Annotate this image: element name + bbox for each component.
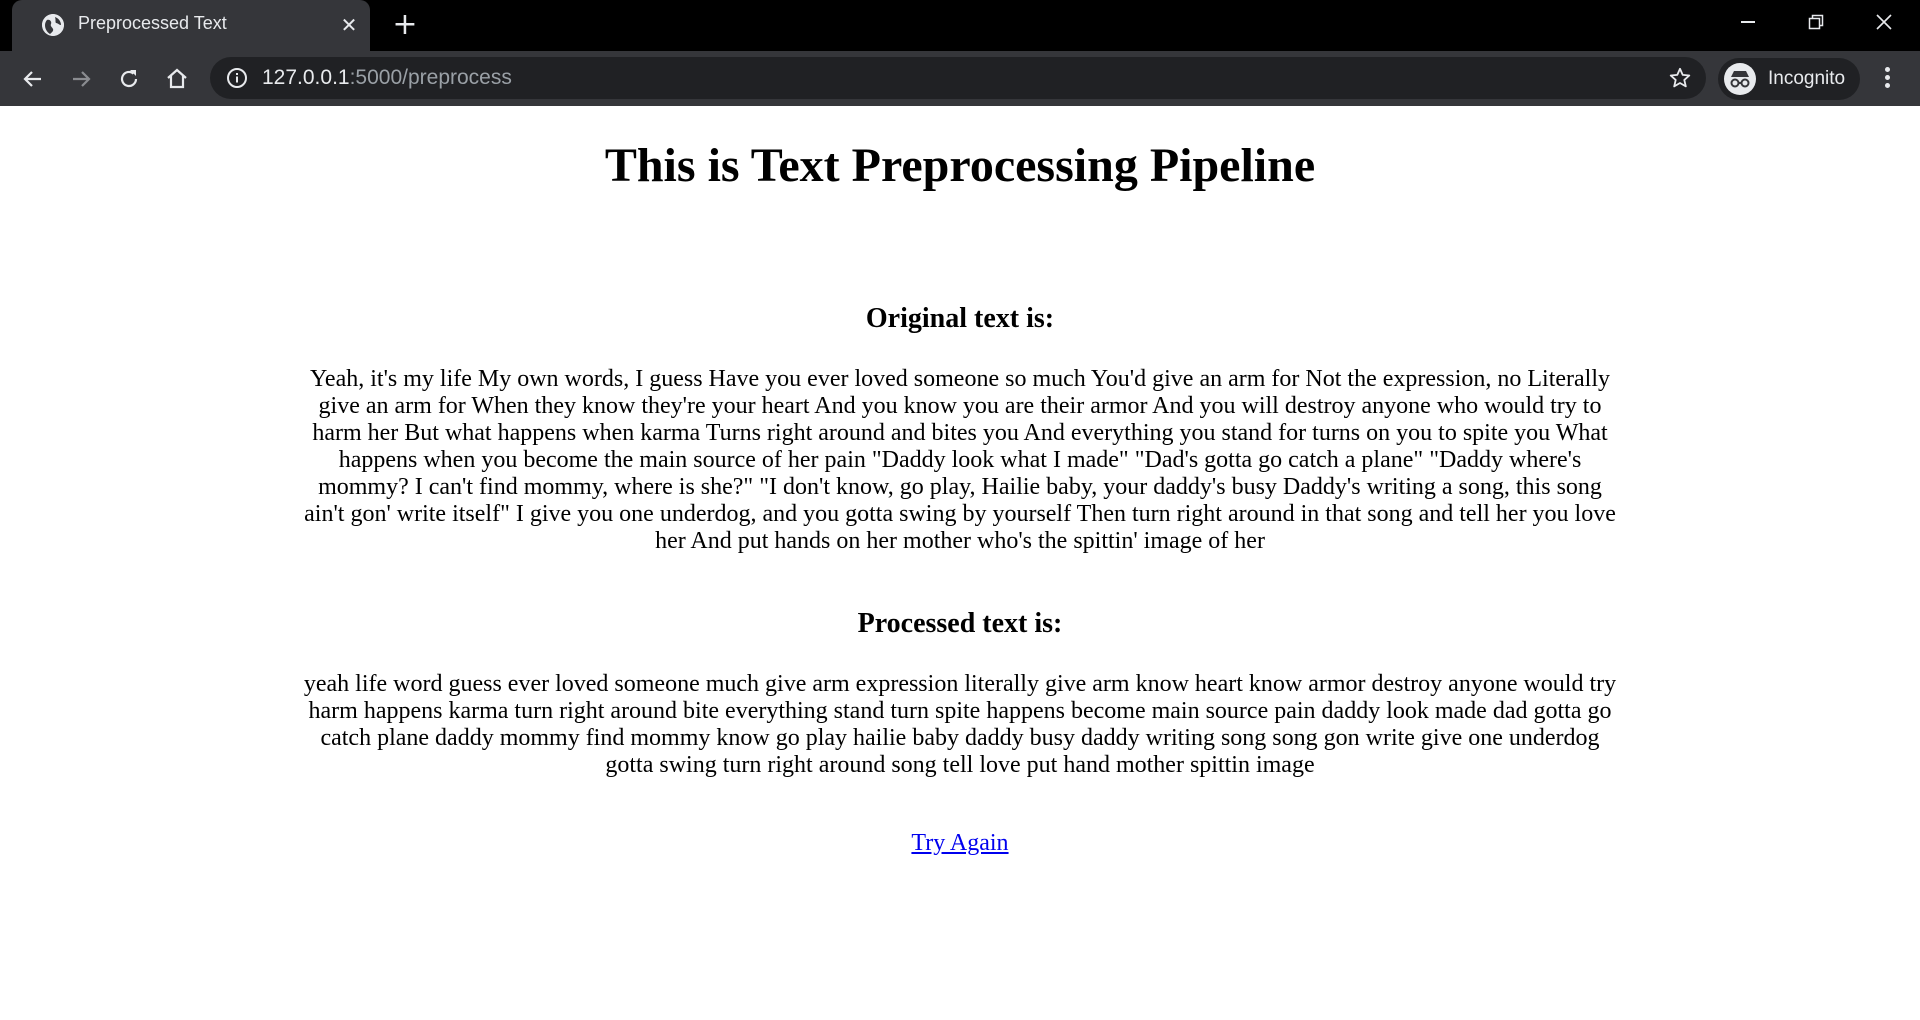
info-icon[interactable] (226, 67, 248, 89)
incognito-icon (1724, 63, 1756, 95)
page-content: This is Text Preprocessing Pipeline Orig… (0, 106, 1920, 1020)
reload-icon[interactable] (110, 60, 148, 98)
browser-toolbar: 127.0.0.1:5000/preprocess Incognito (0, 51, 1920, 106)
window-close-icon[interactable] (1850, 0, 1918, 44)
restore-icon[interactable] (1782, 0, 1850, 44)
url-host: 127.0.0.1 (262, 66, 350, 89)
browser-titlebar: Preprocessed Text ✕ + (0, 0, 1920, 51)
url-path: :5000/preprocess (349, 66, 512, 89)
more-vertical-icon[interactable] (1872, 64, 1902, 94)
back-arrow-icon[interactable] (14, 60, 52, 98)
incognito-profile-button[interactable]: Incognito (1718, 58, 1860, 100)
star-icon[interactable] (1668, 66, 1692, 90)
incognito-label: Incognito (1768, 68, 1846, 89)
close-icon[interactable]: ✕ (336, 12, 362, 38)
address-bar[interactable]: 127.0.0.1:5000/preprocess (210, 57, 1706, 99)
try-again-container: Try Again (0, 830, 1920, 857)
original-text-heading: Original text is: (865, 303, 1055, 334)
try-again-link[interactable]: Try Again (911, 830, 1008, 856)
processed-text: yeah life word guess ever loved someone … (303, 671, 1617, 778)
home-icon[interactable] (158, 60, 196, 98)
original-text: Yeah, it's my life My own words, I guess… (304, 366, 1616, 554)
forward-arrow-icon[interactable] (62, 60, 100, 98)
globe-icon (42, 14, 64, 36)
processed-text-heading: Processed text is: (857, 608, 1063, 639)
tab-title: Preprocessed Text (78, 13, 227, 33)
browser-tab[interactable]: Preprocessed Text ✕ (12, 0, 370, 51)
page-title: This is Text Preprocessing Pipeline (604, 139, 1316, 192)
plus-icon[interactable]: + (390, 10, 420, 40)
url-text: 127.0.0.1:5000/preprocess (262, 66, 512, 90)
minimize-icon[interactable] (1714, 0, 1782, 44)
